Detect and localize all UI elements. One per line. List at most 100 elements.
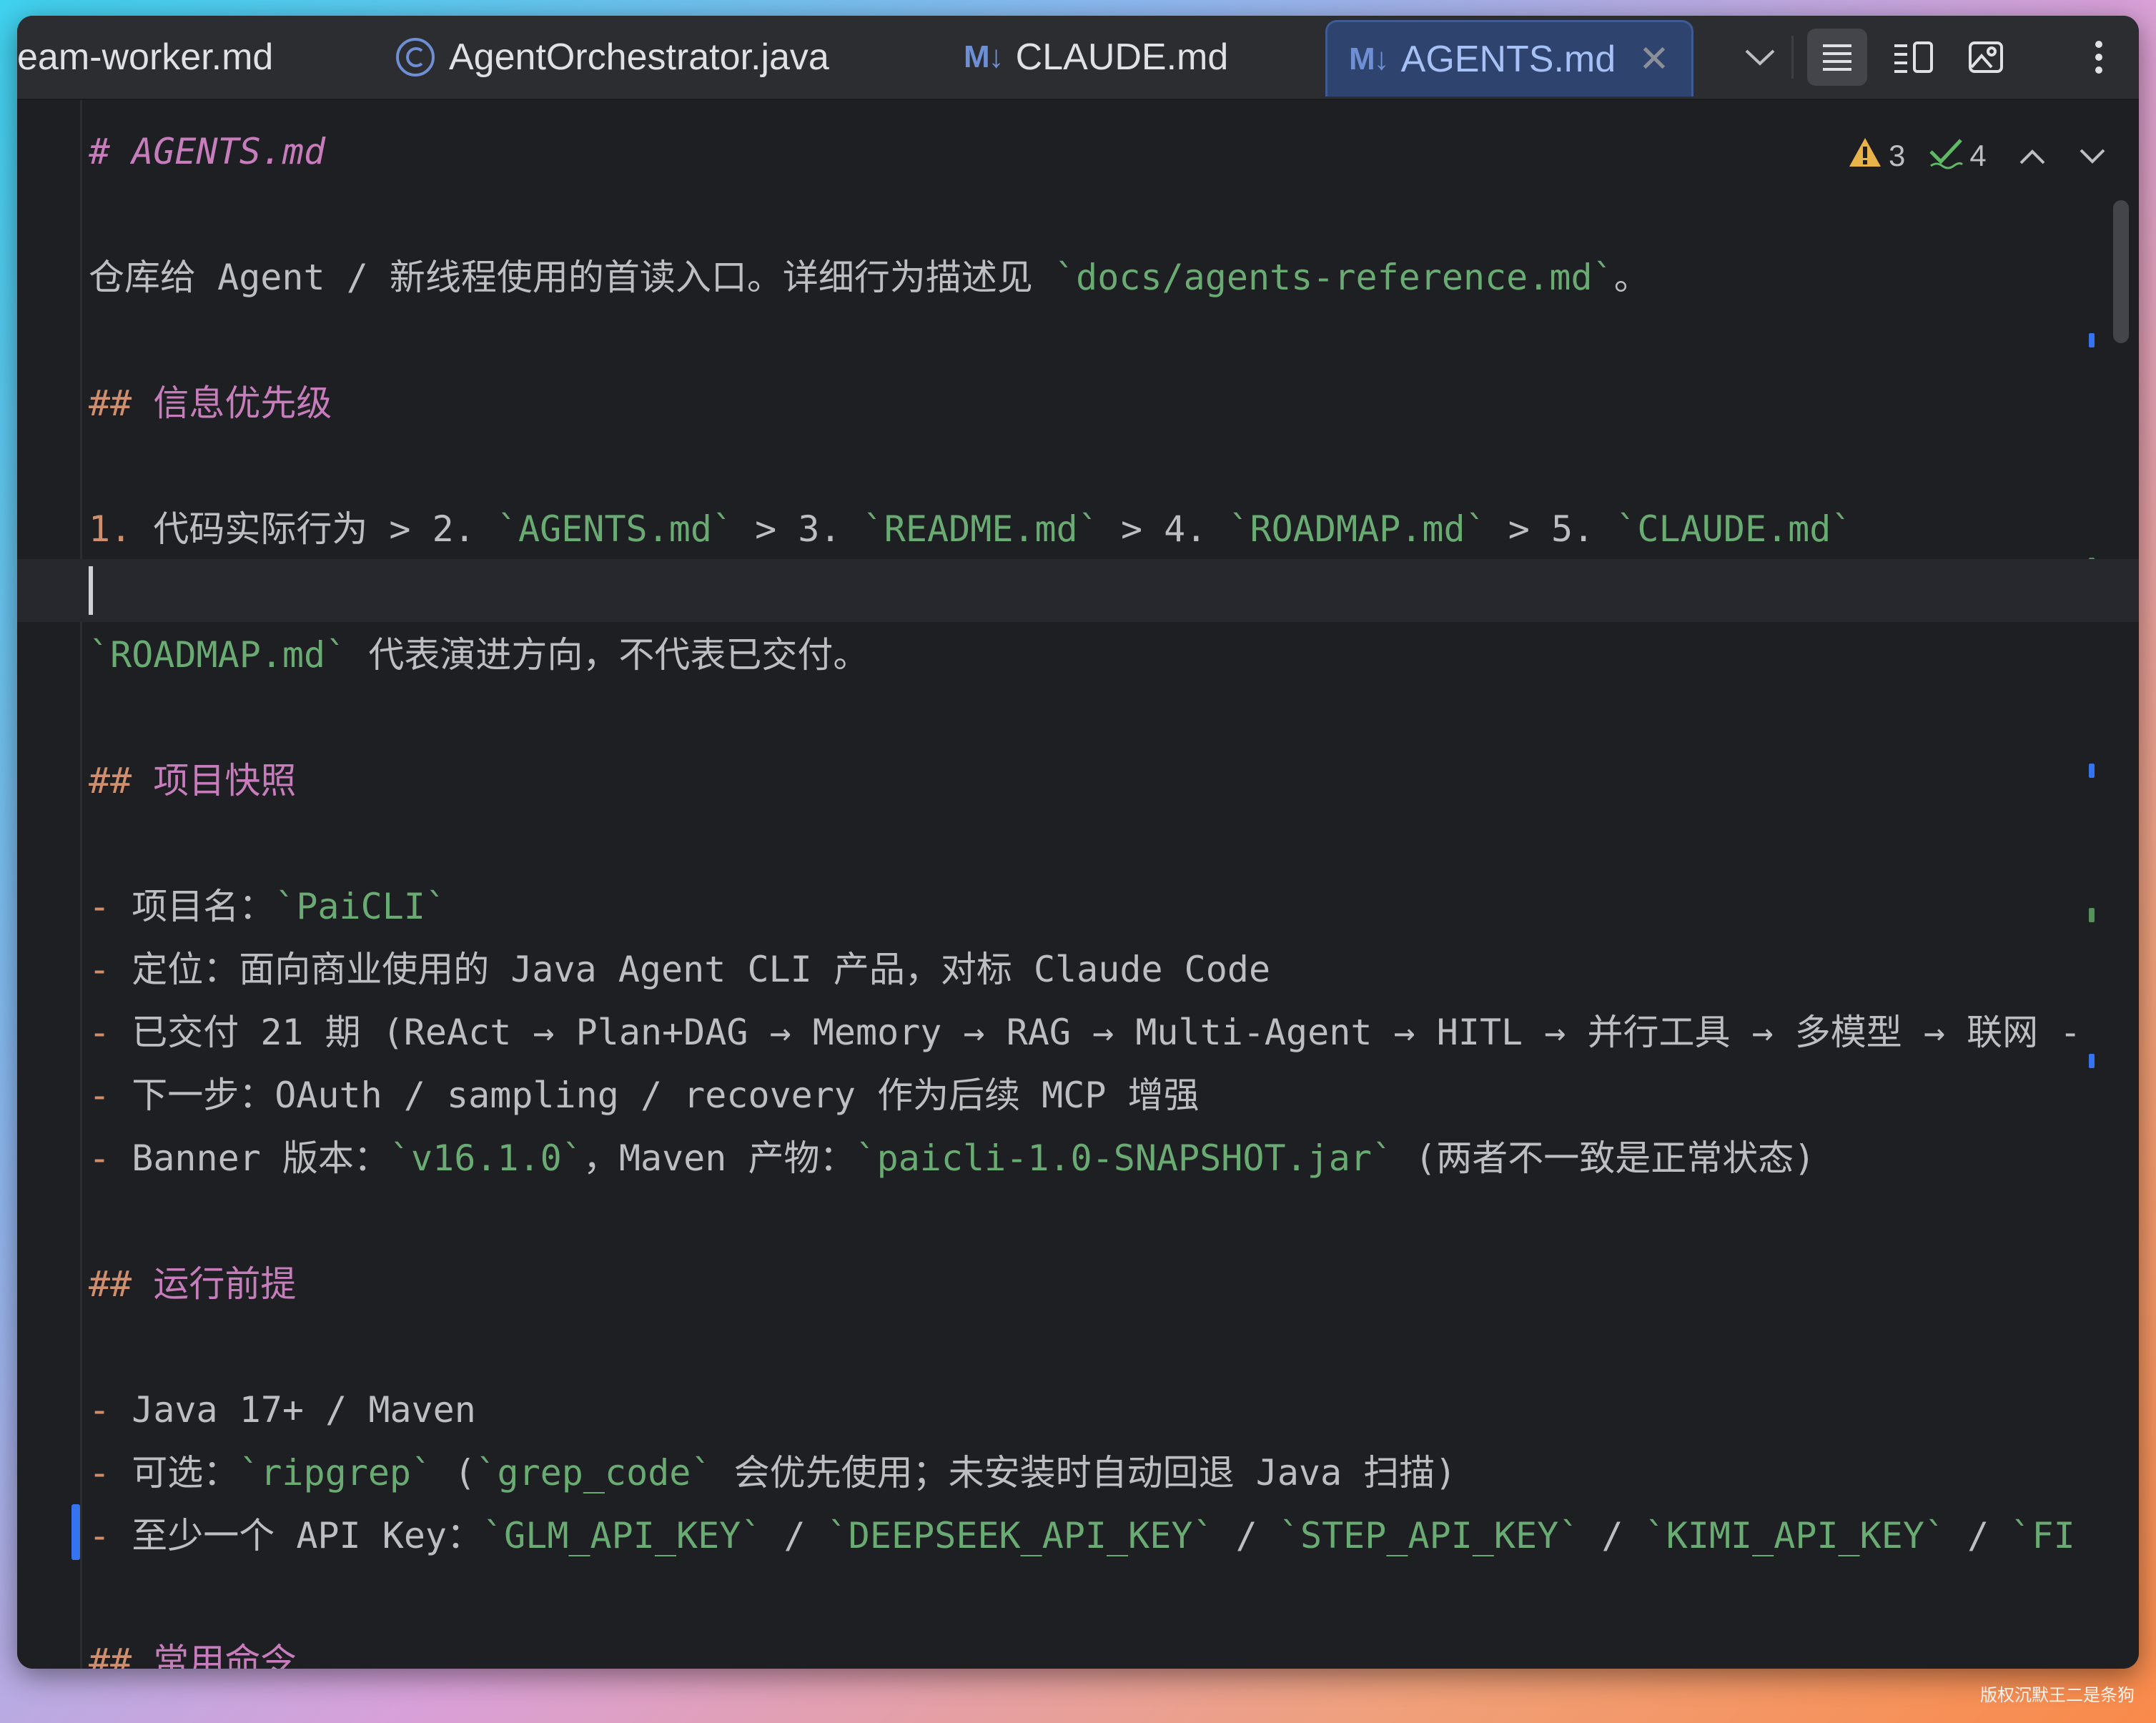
heading-text: 运行前提 <box>153 1263 297 1305</box>
java-class-icon <box>395 36 436 78</box>
text: 至少一个 API Key： <box>110 1515 483 1556</box>
md-list-item[interactable]: - 已交付 21 期 (ReAct → Plan+DAG → Memory → … <box>89 1001 2081 1064</box>
text: 代码实际行为 > 2. <box>132 508 497 550</box>
inline-code: `ripgrep` <box>239 1452 433 1494</box>
tab-label: AgentOrchestrator.java <box>449 36 829 78</box>
toolbar-divider <box>1791 36 1794 79</box>
md-list-item[interactable]: - Java 17+ / Maven <box>89 1378 476 1441</box>
text: 。 <box>1613 257 1650 298</box>
heading-text: AGENTS.md <box>132 131 326 172</box>
md-list-item[interactable]: - 项目名：`PaiCLI` <box>89 875 447 938</box>
list-number: 1. <box>89 508 132 550</box>
text: > 5. <box>1486 508 1616 550</box>
tab-agent-orchestrator[interactable]: AgentOrchestrator.java <box>395 16 829 99</box>
warning-icon[interactable] <box>1847 136 1883 176</box>
text: > 4. <box>1099 508 1229 550</box>
md-paragraph[interactable]: `ROADMAP.md` 代表演进方向，不代表已交付。 <box>89 623 869 686</box>
next-highlight-chevron-down-icon[interactable] <box>2078 139 2107 173</box>
text: 定位：面向商业使用的 Java Agent CLI 产品，对标 Claude C… <box>110 949 1271 990</box>
watermark: 版权沉默王二是条狗 <box>1980 1685 2135 1705</box>
change-marker[interactable] <box>2089 333 2095 347</box>
md-ordered-list[interactable]: 1. 代码实际行为 > 2. `AGENTS.md` > 3. `README.… <box>89 498 1852 561</box>
editor-window: eam-worker.md AgentOrchestrator.java M↓ … <box>17 16 2139 1669</box>
text: Banner 版本： <box>110 1137 390 1179</box>
inline-code: `FI <box>2010 1515 2075 1556</box>
text: 代表演进方向，不代表已交付。 <box>347 634 869 676</box>
bullet: - <box>89 1452 111 1494</box>
md-heading-2[interactable]: ## 项目快照 <box>89 749 296 812</box>
split-view-icon[interactable] <box>1883 29 1943 86</box>
md-list-item[interactable]: - 定位：面向商业使用的 Java Agent CLI 产品，对标 Claude… <box>89 938 1270 1001</box>
md-list-item[interactable]: - 下一步：OAuth / sampling / recovery 作为后续 M… <box>89 1064 1200 1127</box>
inline-code: `CLAUDE.md` <box>1616 508 1853 550</box>
warning-count: 3 <box>1889 139 1906 172</box>
md-paragraph[interactable]: 仓库给 Agent / 新线程使用的首读入口。详细行为描述见 `docs/age… <box>89 246 1650 309</box>
inline-code: `docs/agents-reference.md` <box>1054 257 1614 298</box>
weak-warning-count: 4 <box>1969 139 1987 172</box>
editor-only-view-icon[interactable] <box>1807 29 1867 86</box>
bullet: - <box>89 1389 111 1431</box>
bullet: - <box>89 1137 111 1179</box>
inspection-widget[interactable]: 3 4 <box>1847 134 2107 177</box>
inline-code: `STEP_API_KEY` <box>1278 1515 1581 1556</box>
text: > 3. <box>733 508 863 550</box>
inline-code: `GLM_API_KEY` <box>483 1515 763 1556</box>
text: / <box>1214 1515 1279 1556</box>
editor-area[interactable]: 3 4 # AGENTS.md 仓库给 Agent / 新线程使用的首读入口。详… <box>17 100 2139 1669</box>
bullet: - <box>89 1012 111 1053</box>
text: 下一步：OAuth / sampling / recovery 作为后续 MCP… <box>110 1075 1200 1116</box>
markdown-icon: M↓ <box>964 39 1004 74</box>
text: ，Maven 产物： <box>583 1137 856 1179</box>
previous-highlight-chevron-up-icon[interactable] <box>2018 139 2047 173</box>
tab-eam-worker[interactable]: eam-worker.md <box>17 16 273 99</box>
current-line-highlight <box>17 559 2139 622</box>
text: 项目名： <box>110 886 275 927</box>
inline-code: `grep_code` <box>475 1452 713 1494</box>
tab-agents-md[interactable]: M↓ AGENTS.md ✕ <box>1325 20 1693 97</box>
change-marker[interactable] <box>2089 764 2095 778</box>
bullet: - <box>89 1075 111 1116</box>
inline-code: `ROADMAP.md` <box>1228 508 1487 550</box>
heading-text: 常用命令 <box>153 1641 297 1669</box>
tab-claude-md[interactable]: M↓ CLAUDE.md <box>964 16 1228 99</box>
weak-warning-check-icon[interactable] <box>1928 134 1964 177</box>
inline-code: `KIMI_API_KEY` <box>1644 1515 1947 1556</box>
bullet: - <box>89 1515 111 1556</box>
change-marker[interactable] <box>2089 908 2095 922</box>
md-list-item[interactable]: - Banner 版本：`v16.1.0`，Maven 产物：`paicli-1… <box>89 1127 1815 1190</box>
more-options-icon[interactable] <box>2069 29 2129 86</box>
text: / <box>762 1515 827 1556</box>
md-heading-2[interactable]: ## 运行前提 <box>89 1253 296 1315</box>
md-heading-2[interactable]: ## 常用命令 <box>89 1630 296 1669</box>
heading-text: 项目快照 <box>153 760 297 801</box>
tab-list-chevron-down-icon[interactable] <box>1730 29 1790 86</box>
md-heading-2[interactable]: ## 信息优先级 <box>89 372 332 435</box>
text: ( <box>432 1452 476 1494</box>
close-tab-icon[interactable]: ✕ <box>1638 38 1670 81</box>
md-list-item[interactable]: - 可选：`ripgrep` (`grep_code` 会优先使用；未安装时自动… <box>89 1441 1456 1504</box>
text: (两者不一致是正常状态) <box>1393 1137 1816 1179</box>
text: 已交付 21 期 (ReAct → Plan+DAG → Memory → RA… <box>110 1012 2082 1053</box>
text: Java 17+ / Maven <box>110 1389 476 1431</box>
md-heading-1[interactable]: # AGENTS.md <box>89 120 325 183</box>
heading-text: 信息优先级 <box>153 382 332 424</box>
change-marker[interactable] <box>2089 1054 2095 1068</box>
inline-code: `AGENTS.md` <box>496 508 734 550</box>
preview-only-icon[interactable] <box>1956 29 2016 86</box>
text: 可选： <box>110 1452 239 1494</box>
modified-line-marker[interactable] <box>71 1504 80 1560</box>
md-list-item[interactable]: - 至少一个 API Key：`GLM_API_KEY` / `DEEPSEEK… <box>89 1504 2075 1567</box>
text: 仓库给 Agent / 新线程使用的首读入口。详细行为描述见 <box>89 257 1055 298</box>
text: / <box>1946 1515 2011 1556</box>
heading-marker: # <box>89 131 111 172</box>
markdown-icon: M↓ <box>1349 41 1390 76</box>
inline-code: `ROADMAP.md` <box>89 634 347 676</box>
heading-marker: ## <box>89 382 132 424</box>
vertical-scrollbar[interactable] <box>2113 200 2129 343</box>
inline-code: `PaiCLI` <box>275 886 447 927</box>
tab-bar: eam-worker.md AgentOrchestrator.java M↓ … <box>17 16 2139 100</box>
inline-code: `paicli-1.0-SNAPSHOT.jar` <box>855 1137 1394 1179</box>
inline-code: `DEEPSEEK_API_KEY` <box>826 1515 1215 1556</box>
text: / <box>1580 1515 1645 1556</box>
tab-label: eam-worker.md <box>17 36 274 78</box>
